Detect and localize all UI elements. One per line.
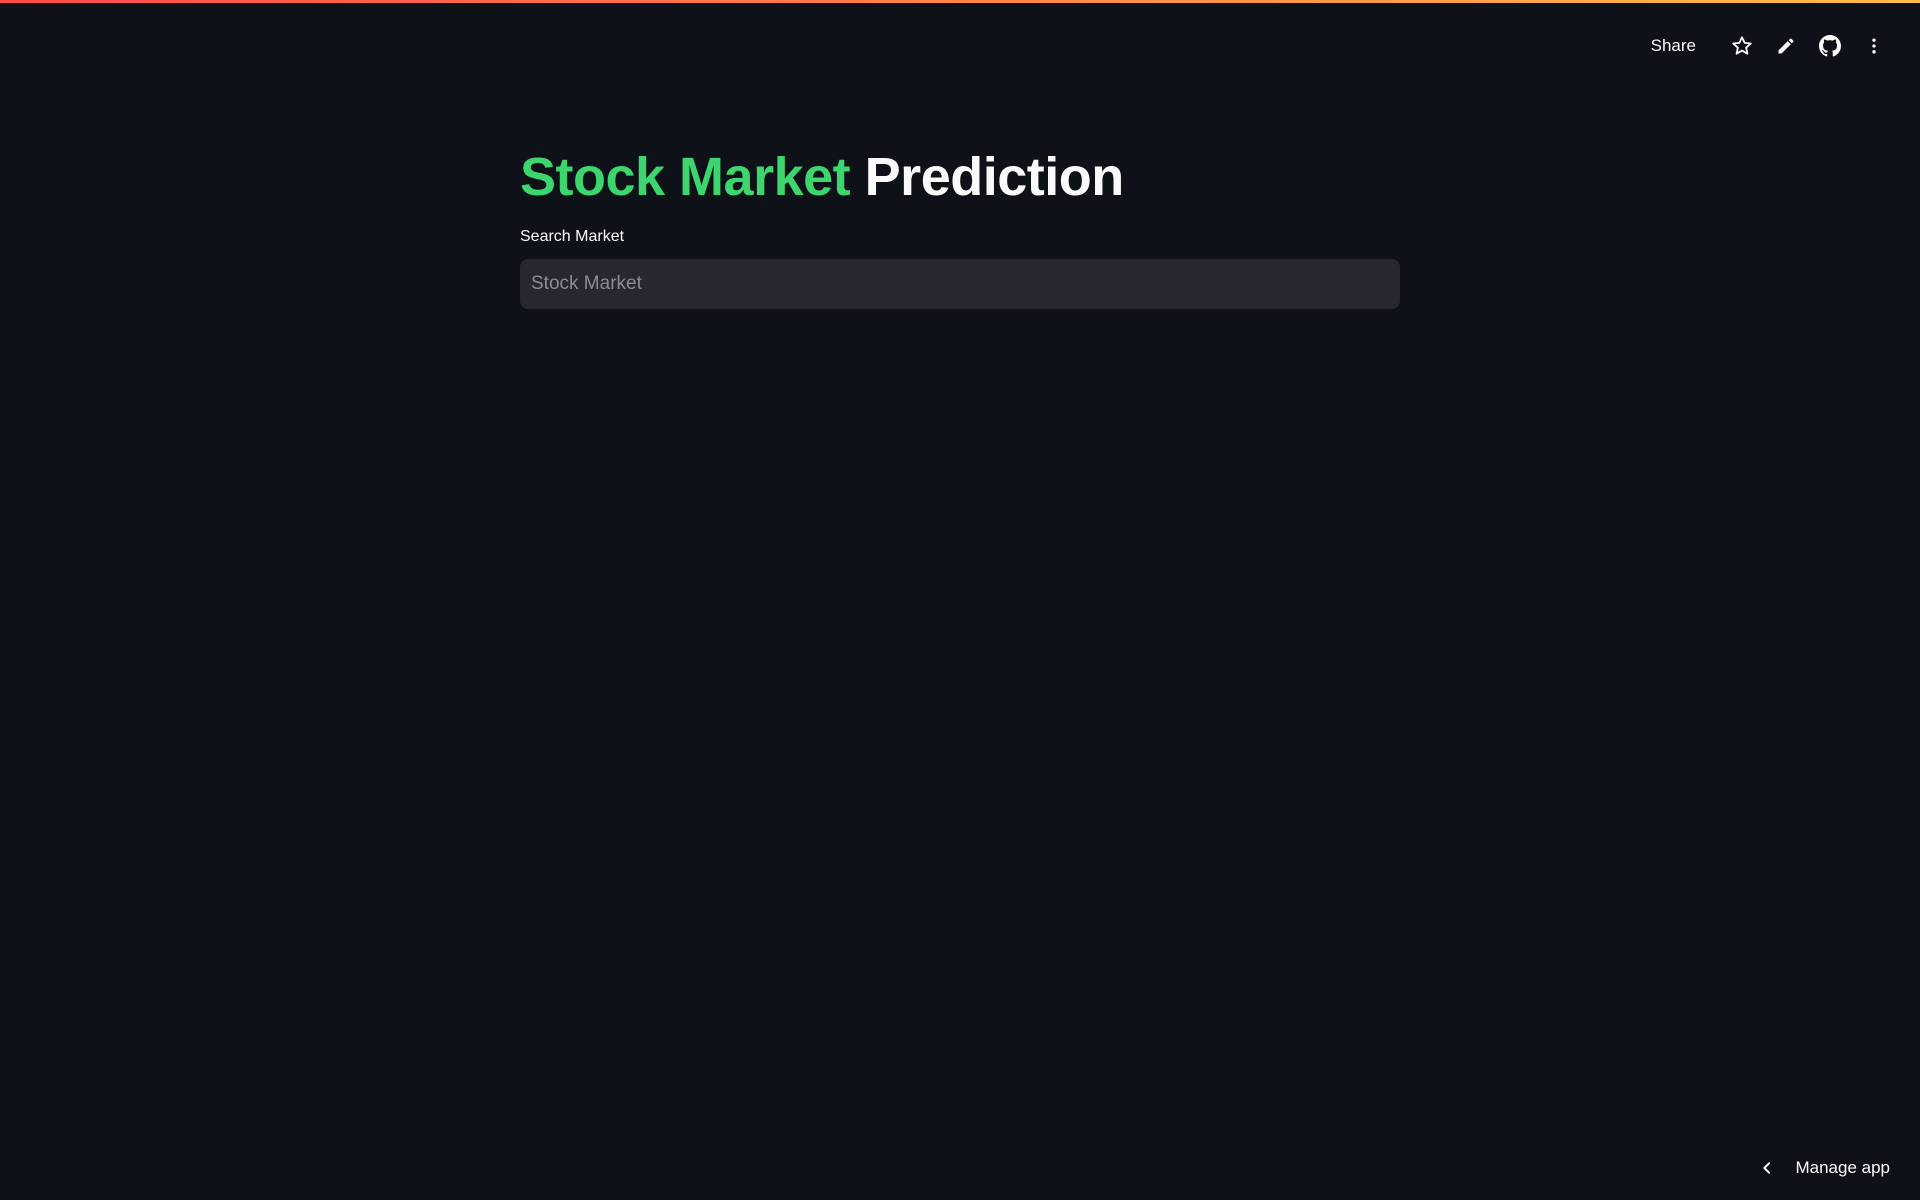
page-title-rest: Prediction [864,147,1125,207]
star-icon[interactable] [1720,26,1764,66]
manage-app-label: Manage app [1795,1158,1890,1177]
top-decoration-bar [0,0,1920,3]
main-content: Stock Market Prediction Search Market [520,140,1400,309]
pencil-icon[interactable] [1764,26,1808,66]
manage-app-button[interactable]: Manage app [1753,1150,1890,1186]
search-label: Search Market [520,228,625,245]
search-input[interactable] [520,259,1400,309]
page-title-accent: Stock Market [520,147,851,207]
github-icon[interactable] [1808,26,1852,66]
page-title: Stock Market Prediction [520,140,1400,215]
app-toolbar: Share [1641,26,1896,66]
share-button[interactable]: Share [1641,28,1706,64]
chevron-left-icon [1753,1154,1781,1182]
more-vertical-icon[interactable] [1852,26,1896,66]
